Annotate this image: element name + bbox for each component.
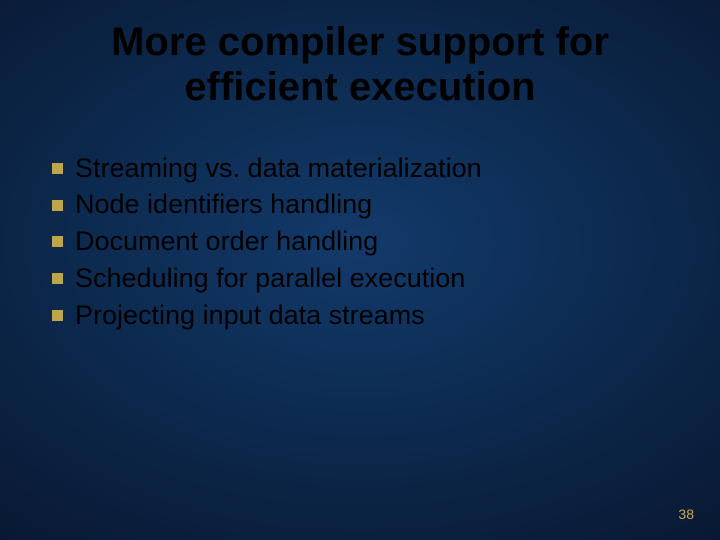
bullet-label: Projecting input data streams: [75, 299, 425, 333]
square-bullet-icon: [52, 273, 63, 284]
bullet-label: Node identifiers handling: [75, 188, 372, 222]
list-item: Document order handling: [52, 225, 720, 259]
square-bullet-icon: [52, 200, 63, 211]
list-item: Projecting input data streams: [52, 299, 720, 333]
bullet-label: Document order handling: [75, 225, 378, 259]
bullet-label: Scheduling for parallel execution: [75, 262, 465, 296]
list-item: Scheduling for parallel execution: [52, 262, 720, 296]
square-bullet-icon: [52, 310, 63, 321]
square-bullet-icon: [52, 236, 63, 247]
slide-title: More compiler support for efficient exec…: [0, 0, 720, 110]
square-bullet-icon: [52, 163, 63, 174]
title-line-2: efficient execution: [184, 65, 535, 109]
page-number: 38: [678, 506, 694, 522]
bullet-label: Streaming vs. data materialization: [75, 152, 482, 186]
title-line-1: More compiler support for: [111, 20, 609, 64]
list-item: Streaming vs. data materialization: [52, 152, 720, 186]
slide-body: Streaming vs. data materialization Node …: [0, 110, 720, 333]
list-item: Node identifiers handling: [52, 188, 720, 222]
slide: More compiler support for efficient exec…: [0, 0, 720, 540]
